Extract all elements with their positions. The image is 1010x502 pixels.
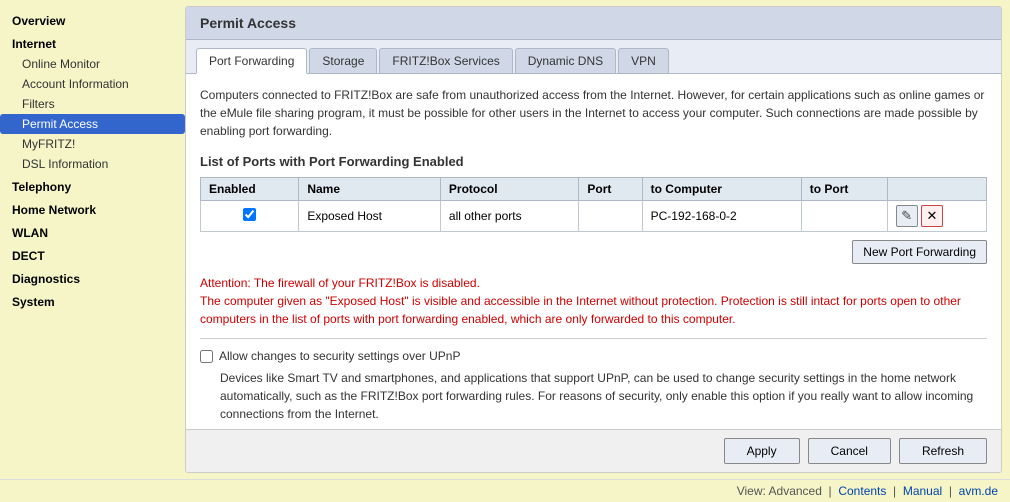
col-port: Port <box>579 178 642 201</box>
edit-button[interactable]: ✎ <box>896 205 918 227</box>
port-cell <box>579 201 642 232</box>
sidebar-item-overview[interactable]: Overview <box>0 8 185 31</box>
sidebar-item-filters[interactable]: Filters <box>0 94 185 114</box>
sidebar-item-permit-access[interactable]: Permit Access <box>0 114 185 134</box>
action-buttons-cell: ✎ ✕ <box>887 201 986 232</box>
col-name: Name <box>299 178 441 201</box>
avm-link[interactable]: avm.de <box>959 484 998 498</box>
delete-button[interactable]: ✕ <box>921 205 943 227</box>
page-title: Permit Access <box>186 7 1001 40</box>
tab-storage[interactable]: Storage <box>309 48 377 73</box>
sidebar-item-dect[interactable]: DECT <box>0 243 185 266</box>
sidebar-item-wlan[interactable]: WLAN <box>0 220 185 243</box>
sidebar-item-telephony[interactable]: Telephony <box>0 174 185 197</box>
warning-line2: The computer given as "Exposed Host" is … <box>200 292 987 328</box>
tab-dynamic-dns[interactable]: Dynamic DNS <box>515 48 616 73</box>
divider <box>200 338 987 339</box>
col-enabled: Enabled <box>201 178 299 201</box>
to-port-cell <box>801 201 887 232</box>
sidebar: Overview Internet Online Monitor Account… <box>0 0 185 479</box>
col-protocol: Protocol <box>440 178 578 201</box>
tabs-bar: Port Forwarding Storage FRITZ!Box Servic… <box>186 40 1001 74</box>
bottom-bar: View: Advanced | Contents | Manual | avm… <box>0 479 1010 502</box>
upnp-description: Devices like Smart TV and smartphones, a… <box>200 369 987 423</box>
to-computer-cell: PC-192-168-0-2 <box>642 201 801 232</box>
upnp-label[interactable]: Allow changes to security settings over … <box>200 349 987 363</box>
sidebar-item-online-monitor[interactable]: Online Monitor <box>0 54 185 74</box>
sidebar-item-dsl-information[interactable]: DSL Information <box>0 154 185 174</box>
warning-line1: Attention: The firewall of your FRITZ!Bo… <box>200 274 987 292</box>
main-content: Computers connected to FRITZ!Box are saf… <box>186 74 1001 429</box>
action-row: New Port Forwarding <box>200 240 987 264</box>
sidebar-item-home-network[interactable]: Home Network <box>0 197 185 220</box>
col-to-computer: to Computer <box>642 178 801 201</box>
enabled-cell <box>201 201 299 232</box>
sidebar-item-diagnostics[interactable]: Diagnostics <box>0 266 185 289</box>
content-area: Permit Access Port Forwarding Storage FR… <box>185 6 1002 473</box>
manual-link[interactable]: Manual <box>903 484 942 498</box>
enabled-checkbox[interactable] <box>243 208 256 221</box>
sidebar-item-system[interactable]: System <box>0 289 185 312</box>
upnp-section: Allow changes to security settings over … <box>200 349 987 423</box>
ports-table: Enabled Name Protocol Port to Computer t… <box>200 177 987 232</box>
table-row: Exposed Host all other ports PC-192-168-… <box>201 201 987 232</box>
new-port-forwarding-button[interactable]: New Port Forwarding <box>852 240 987 264</box>
protocol-cell: all other ports <box>440 201 578 232</box>
sidebar-item-account-information[interactable]: Account Information <box>0 74 185 94</box>
section-title: List of Ports with Port Forwarding Enabl… <box>200 154 987 169</box>
name-cell: Exposed Host <box>299 201 441 232</box>
apply-button[interactable]: Apply <box>724 438 800 464</box>
upnp-checkbox[interactable] <box>200 350 213 363</box>
contents-link[interactable]: Contents <box>838 484 886 498</box>
col-to-port: to Port <box>801 178 887 201</box>
description-text: Computers connected to FRITZ!Box are saf… <box>200 86 987 140</box>
tab-fritzbox-services[interactable]: FRITZ!Box Services <box>379 48 512 73</box>
view-label: View: Advanced <box>737 484 822 498</box>
sidebar-item-myfritz[interactable]: MyFRITZ! <box>0 134 185 154</box>
warning-text: Attention: The firewall of your FRITZ!Bo… <box>200 274 987 328</box>
sidebar-item-internet[interactable]: Internet <box>0 31 185 54</box>
footer-buttons: Apply Cancel Refresh <box>186 429 1001 472</box>
col-actions <box>887 178 986 201</box>
tab-port-forwarding[interactable]: Port Forwarding <box>196 48 307 74</box>
tab-vpn[interactable]: VPN <box>618 48 669 73</box>
cancel-button[interactable]: Cancel <box>808 438 891 464</box>
refresh-button[interactable]: Refresh <box>899 438 987 464</box>
